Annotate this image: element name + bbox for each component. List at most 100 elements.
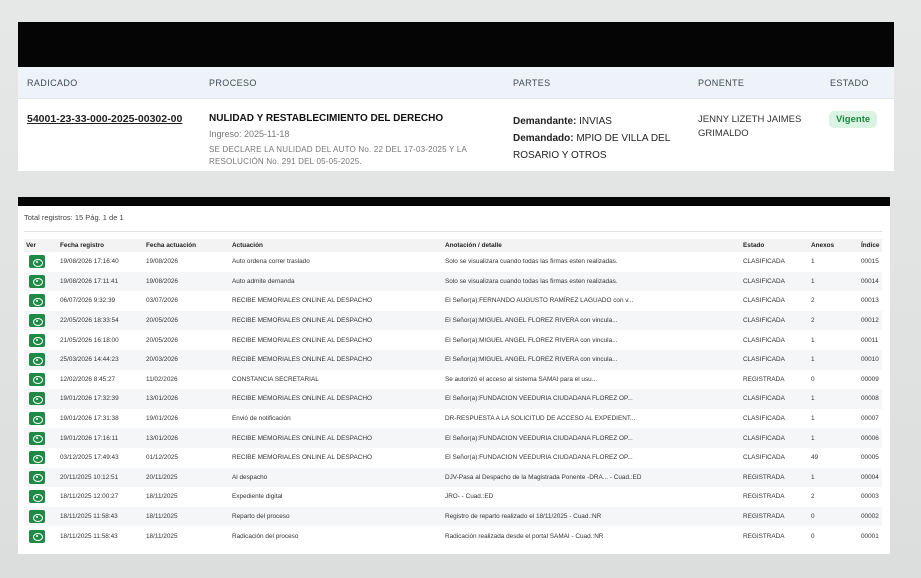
cell-actuacion: Auto ordena correr traslado — [232, 258, 310, 266]
cell-anotacion: Solo se visualizara cuando todas las fir… — [445, 277, 618, 285]
cell-anexos: 1 — [811, 258, 815, 266]
cell-estado: CLASIFICADA — [743, 297, 785, 305]
eye-icon[interactable] — [29, 529, 45, 543]
table-row: 19/01/2026 17:32:39 13/01/2026 RECIBE MEMO… — [24, 389, 882, 409]
eye-icon[interactable] — [29, 431, 45, 445]
ver-cell — [24, 272, 58, 292]
ver-cell — [24, 507, 58, 527]
header-partes: PARTES — [513, 78, 551, 88]
cell-indice: 00006 — [861, 434, 879, 442]
cell-fecha-actuacion: 18/11/2025 — [146, 513, 178, 521]
eye-icon[interactable] — [29, 412, 45, 426]
proceso-title: NULIDAD Y RESTABLECIMIENTO DEL DERECHO — [209, 113, 444, 124]
ver-cell — [24, 291, 58, 311]
ver-cell — [24, 428, 58, 448]
eye-icon[interactable] — [29, 451, 45, 465]
header-col-fecha-registro: Fecha registro — [60, 242, 105, 249]
cell-actuacion: RECIBE MEMORIALES ONLINE AL DESPACHO — [232, 356, 372, 364]
cell-fecha-actuacion: 19/01/2026 — [146, 415, 178, 423]
cell-fecha-actuacion: 20/03/2026 — [146, 356, 178, 364]
cell-indice: 00011 — [861, 336, 879, 344]
ver-cell — [24, 448, 58, 468]
table-row: 03/12/2025 17:49:43 01/12/2025 RECIBE MEMO… — [24, 448, 882, 468]
cell-fecha-actuacion: 18/11/2025 — [146, 493, 178, 501]
ver-cell — [24, 370, 58, 390]
cell-anotacion: DR-RESPUESTA A LA SOLICITUD DE ACCESO AL… — [445, 415, 636, 423]
cell-fecha-registro: 19/08/2026 17:16:40 — [60, 258, 119, 266]
cell-indice: 00003 — [861, 493, 879, 501]
eye-icon[interactable] — [29, 294, 45, 308]
cell-indice: 00015 — [861, 258, 879, 266]
status-badge: Vigente — [829, 111, 878, 128]
actuaciones-table: Ver Fecha registro Fecha actuación Actuació… — [24, 239, 882, 546]
cell-fecha-registro: 20/11/2025 10:12:51 — [60, 473, 119, 481]
cell-anotacion: Se autorizó el acceso al sistema SAMAI p… — [445, 375, 598, 383]
cell-anotacion: El Señor(a):FUNDACION VEEDURIA CIUDADANA… — [445, 434, 633, 442]
eye-icon[interactable] — [29, 274, 45, 288]
summary-header-row: RADICADO PROCESO PARTES PONENTE ESTADO — [18, 67, 894, 99]
header-proceso: PROCESO — [209, 78, 257, 88]
cell-actuacion: RECIBE MEMORIALES ONLINE AL DESPACHO — [232, 454, 372, 462]
cell-fecha-actuacion: 20/05/2026 — [146, 336, 178, 344]
cell-anexos: 1 — [811, 434, 815, 442]
cell-estado: CLASIFICADA — [743, 356, 785, 364]
demandante-line: Demandante: INVIAS — [513, 113, 683, 130]
eye-icon[interactable] — [29, 353, 45, 367]
radicado-link[interactable]: 54001-23-33-000-2025-00302-00 — [27, 113, 182, 125]
cell-anotacion: DJV-Pasa al Despacho de la Magistrada Po… — [445, 473, 642, 481]
cell-fecha-registro: 18/11/2025 12:00:27 — [60, 493, 119, 501]
cell-anotacion: Registro de reparto realizado el 18/11/2… — [445, 513, 602, 521]
cell-anotacion: El Señor(a):FUNDACION VEEDURIA CIUDADANA… — [445, 395, 633, 403]
header-radicado: RADICADO — [27, 78, 78, 88]
table-row: 25/03/2026 14:44:23 20/03/2026 RECIBE MEMO… — [24, 349, 882, 370]
eye-icon[interactable] — [29, 333, 45, 347]
process-summary-panel: RADICADO PROCESO PARTES PONENTE ESTADO 5… — [18, 22, 894, 171]
cell-anotacion: El Señor(a):FERNANDO AUGUSTO RAMÍREZ LAG… — [445, 297, 634, 305]
cell-anexos: 49 — [811, 454, 819, 462]
header-col-estado: Estado — [743, 242, 765, 249]
ver-cell — [24, 330, 58, 350]
cell-indice: 00004 — [861, 473, 879, 481]
partes-block: Demandante: INVIAS Demandado: MPIO DE VI… — [513, 113, 683, 164]
demandado-label: Demandado: — [513, 133, 574, 144]
table-row: 18/11/2025 11:58:43 18/11/2025 Radicación … — [24, 526, 882, 546]
cell-indice: 00013 — [861, 297, 879, 305]
cell-fecha-registro: 19/01/2026 17:32:39 — [60, 395, 119, 403]
cell-actuacion: Auto admite demanda — [232, 277, 295, 285]
cell-estado: REGISTRADA — [743, 375, 785, 383]
eye-icon[interactable] — [29, 314, 45, 328]
eye-icon[interactable] — [29, 510, 45, 524]
table-row: 19/01/2026 17:31:38 19/01/2026 Envió de no… — [24, 409, 882, 429]
ver-cell — [24, 526, 58, 546]
cell-estado: CLASIFICADA — [743, 395, 785, 403]
eye-icon[interactable] — [29, 470, 45, 484]
cell-estado: REGISTRADA — [743, 473, 785, 481]
ver-cell — [24, 468, 58, 488]
cell-fecha-registro: 03/12/2025 17:49:43 — [60, 454, 119, 462]
cell-estado: CLASIFICADA — [743, 434, 785, 442]
eye-icon[interactable] — [29, 490, 45, 504]
header-estado: ESTADO — [830, 78, 869, 88]
table-body: 19/08/2026 17:16:40 19/08/2026 Auto ordena… — [24, 252, 882, 546]
eye-icon[interactable] — [29, 392, 45, 406]
cell-indice: 00005 — [861, 454, 879, 462]
cell-anexos: 0 — [811, 513, 815, 521]
cell-fecha-actuacion: 18/11/2025 — [146, 532, 178, 540]
cell-anexos: 0 — [811, 375, 815, 383]
cell-indice: 00008 — [861, 395, 879, 403]
eye-icon[interactable] — [29, 372, 45, 386]
actuaciones-panel: Total registros: 15 Pág. 1 de 1 Ver Fecha… — [18, 197, 890, 554]
cell-anotacion: El Señor(a):MIGUEL ANGEL FLOREZ RIVERA c… — [445, 317, 618, 325]
cell-fecha-registro: 19/01/2026 17:16:11 — [60, 434, 119, 442]
cell-fecha-actuacion: 20/11/2025 — [146, 473, 178, 481]
cell-actuacion: RECIBE MEMORIALES ONLINE AL DESPACHO — [232, 317, 372, 325]
cell-anexos: 2 — [811, 317, 815, 325]
eye-icon[interactable] — [29, 255, 45, 269]
cell-actuacion: RECIBE MEMORIALES ONLINE AL DESPACHO — [232, 297, 372, 305]
redacted-header-bar — [18, 22, 894, 67]
ver-cell — [24, 350, 58, 370]
ver-cell — [24, 487, 58, 507]
cell-fecha-actuacion: 19/08/2026 — [146, 277, 178, 285]
cell-actuacion: Radicación del proceso — [232, 532, 299, 540]
cell-anexos: 1 — [811, 395, 815, 403]
